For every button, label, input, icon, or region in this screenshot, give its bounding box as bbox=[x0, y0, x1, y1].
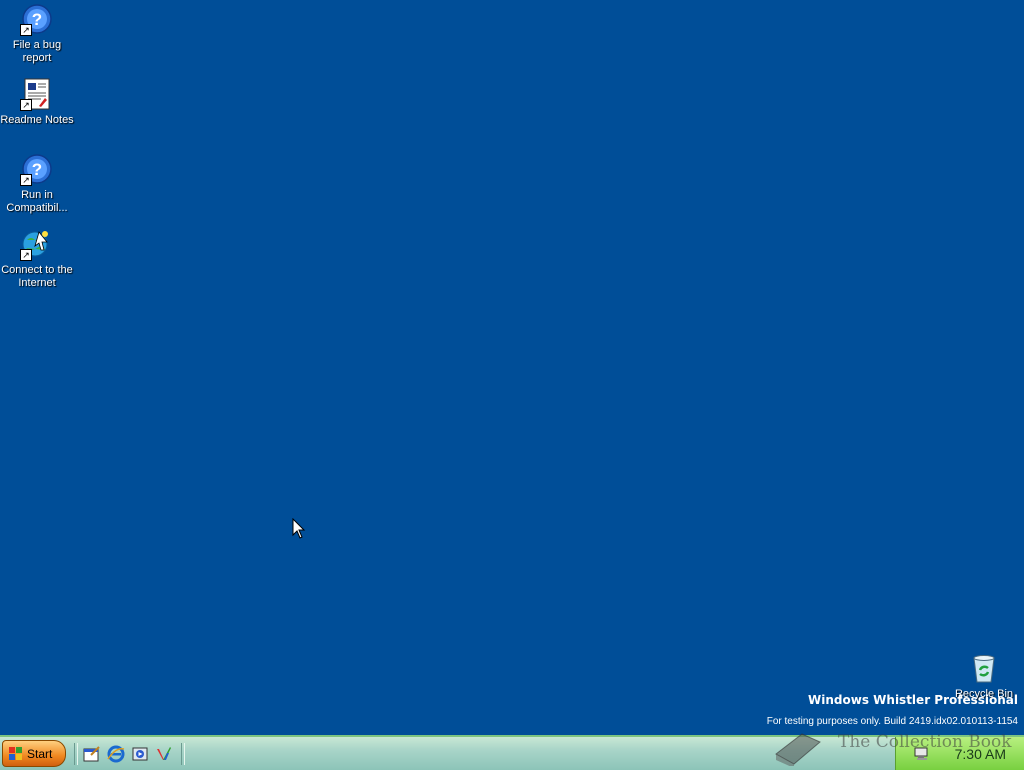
desktop-icon-run-in-compatibility[interactable]: ? ↗ Run in Compatibil... bbox=[0, 153, 74, 215]
desktop-icon-label: Connect to the Internet bbox=[1, 264, 73, 289]
document-icon: ↗ bbox=[20, 78, 53, 111]
start-label: Start bbox=[27, 746, 53, 761]
desktop-icon-file-bug-report[interactable]: ? ↗ File a bug report bbox=[0, 3, 74, 65]
desktop-icon-label: Readme Notes bbox=[0, 114, 74, 126]
desktop-icon-readme-notes[interactable]: ↗ Readme Notes bbox=[0, 78, 74, 127]
msn-icon[interactable] bbox=[155, 745, 173, 763]
brand-text: The Collection Book bbox=[838, 732, 1012, 752]
desktop-icon-label: File a bug report bbox=[12, 39, 62, 64]
shortcut-arrow-icon: ↗ bbox=[20, 249, 32, 261]
mouse-pointer-icon bbox=[292, 517, 306, 545]
svg-text:?: ? bbox=[32, 160, 42, 179]
media-player-icon[interactable] bbox=[131, 745, 149, 763]
start-button[interactable]: Start bbox=[2, 740, 66, 767]
collection-book-watermark: The Collection Book bbox=[772, 724, 1012, 768]
os-watermark-title: Windows Whistler Professional bbox=[808, 693, 1018, 707]
show-desktop-icon[interactable] bbox=[83, 745, 101, 763]
shortcut-arrow-icon: ↗ bbox=[20, 174, 32, 186]
desktop-icon-label: Run in Compatibil... bbox=[6, 189, 68, 214]
windows-logo-icon bbox=[9, 746, 23, 761]
taskbar-separator bbox=[74, 743, 78, 765]
taskbar-separator bbox=[181, 743, 185, 765]
svg-text:?: ? bbox=[32, 10, 42, 29]
book-logo-icon bbox=[775, 733, 821, 766]
connect-internet-icon: ↗ bbox=[20, 228, 53, 261]
help-shortcut-icon: ? ↗ bbox=[20, 153, 53, 186]
shortcut-arrow-icon: ↗ bbox=[20, 99, 32, 111]
internet-explorer-icon[interactable] bbox=[107, 745, 125, 763]
desktop-icon-connect-to-internet[interactable]: ↗ Connect to the Internet bbox=[0, 228, 74, 290]
recycle-bin-icon bbox=[968, 652, 1000, 684]
shortcut-arrow-icon: ↗ bbox=[20, 24, 32, 36]
help-shortcut-icon: ? ↗ bbox=[20, 3, 53, 36]
desktop[interactable]: ? ↗ File a bug report ↗ Readme Notes ? ↗… bbox=[0, 0, 1024, 735]
